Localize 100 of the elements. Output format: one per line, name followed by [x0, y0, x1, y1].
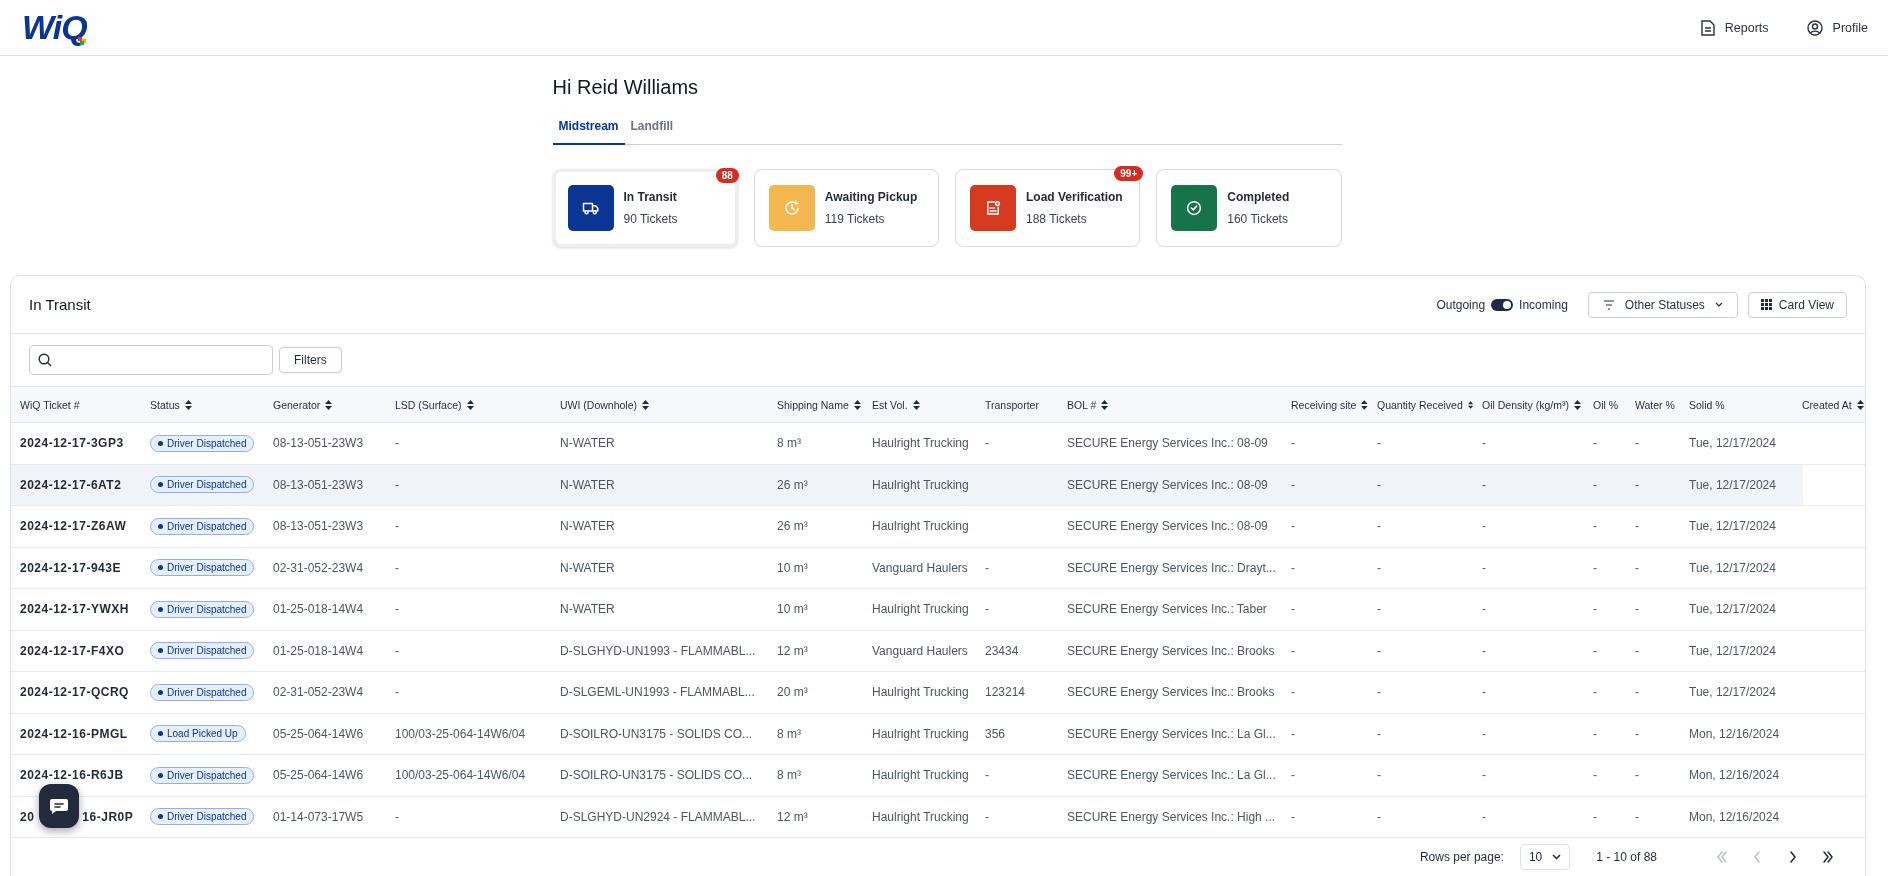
table-row[interactable]: 2024-12-17-Z6AW Driver Dispatched 08-13-051-23W3 - N-WATER 26 m³ Haulright Trucking SECURE Energy Services Inc.: 08-09 - - - - - Tue, 12/17/2024 — [11, 506, 1865, 548]
status-tag: Load Picked Up — [150, 725, 246, 743]
search-field[interactable] — [29, 345, 273, 375]
status-card[interactable]: Awaiting Pickup 119 Tickets — [753, 169, 939, 247]
table-cell: SECURE Energy Services Inc.: La Gl... — [1067, 768, 1276, 783]
column-header[interactable]: WiQ Ticket # — [20, 398, 80, 411]
table-cell: D-SLGHYD-UN1993 - FLAMMABL... — [560, 643, 756, 658]
table-cell: 08-13-051-23W3 — [273, 436, 364, 451]
table-cell: 05-25-064-14W6 — [273, 726, 364, 741]
status-tag: Driver Dispatched — [150, 476, 255, 494]
status-tag: Driver Dispatched — [150, 642, 255, 660]
sort-icon[interactable] — [642, 399, 650, 410]
sort-icon[interactable] — [325, 399, 333, 410]
table-row[interactable]: 2024-12-17-6AT2 Driver Dispatched 08-13-051-23W3 - N-WATER 26 m³ Haulright Trucking SECURE Energy Services Inc.: 08-09 - - - - - Tue, 12/17/2024 — [11, 464, 1865, 506]
ticket-count: 119 Tickets — [824, 212, 886, 226]
column-header[interactable]: Generator — [273, 398, 321, 411]
table-row[interactable]: 2024-12-17-YWXH Driver Dispatched 01-25-018-14W4 - N-WATER 10 m³ Haulright Trucking - SECURE Energy Services Inc.: Taber - - - - - Tue, 12/17/2024 — [11, 589, 1865, 631]
ticket-number[interactable]: 16-JR0P — [82, 809, 134, 824]
sort-icon[interactable] — [1856, 399, 1864, 410]
table-cell: 100/03-25-064-14W6/04 — [395, 726, 526, 741]
column-header[interactable]: Transporter — [985, 398, 1039, 411]
chat-button[interactable] — [39, 784, 79, 828]
ticket-number[interactable]: 2024-12-17-6AT2 — [20, 477, 122, 492]
card-title: Awaiting Pickup — [824, 190, 918, 204]
table-cell: - — [395, 643, 399, 658]
table-cell: 08-13-051-23W3 — [273, 477, 364, 492]
table-row[interactable]: 2024-12-17-943E Driver Dispatched 02-31-052-23W4 - N-WATER 10 m³ Vanguard Haulers - SECURE Energy Services Inc.: Drayt... - - - - - Tue, 12/17/2024 — [11, 547, 1865, 589]
column-header[interactable]: LSD (Surface) — [395, 398, 462, 411]
column-header[interactable]: Oil % — [1593, 398, 1619, 411]
status-dropdown[interactable]: Other Statuses — [1587, 291, 1738, 318]
table-row[interactable]: 2024-12-17-F4XO Driver Dispatched 01-25-018-14W4 - D-SLGHYD-UN1993 - FLAMMABL... 12 m³ Vanguard Haulers 23434 SECURE Energy Services Inc.: Brooks - - - - - Tue, 12/17/2024 — [11, 630, 1865, 672]
status-tag: Driver Dispatched — [150, 600, 255, 618]
ticket-number[interactable]: 2024-12-17-Z6AW — [20, 519, 127, 534]
table-cell: - — [1635, 560, 1639, 575]
sort-icon[interactable] — [184, 399, 192, 410]
logo[interactable]: WiQ — [22, 8, 87, 47]
table-cell: 10 m³ — [777, 602, 808, 617]
table-cell: - — [1377, 560, 1381, 575]
column-header[interactable]: BOL # — [1067, 398, 1097, 411]
column-header[interactable]: Receiving site — [1291, 398, 1357, 411]
sort-icon[interactable] — [466, 399, 474, 410]
table-cell: 26 m³ — [777, 477, 808, 492]
table-cell: Haulright Trucking — [872, 519, 969, 534]
sort-icon[interactable] — [1361, 399, 1368, 410]
ticket-number[interactable]: 2024-12-16-R6JB — [20, 768, 124, 783]
table-cell: - — [1291, 602, 1295, 617]
column-header[interactable]: UWI (Downhole) — [560, 398, 638, 411]
column-header[interactable]: Quantity Received — [1377, 398, 1463, 411]
filter-icon — [1602, 299, 1615, 310]
table-cell: - — [1482, 685, 1486, 700]
table-cell: N-WATER — [560, 602, 615, 617]
sort-icon[interactable] — [912, 399, 920, 410]
column-header[interactable]: Water % — [1635, 398, 1675, 411]
sort-icon[interactable] — [1467, 399, 1473, 410]
table-cell: N-WATER — [560, 477, 615, 492]
table-cell: - — [1377, 643, 1381, 658]
ticket-number[interactable]: 2024-12-17-943E — [20, 560, 121, 575]
table-row[interactable]: 2024-12-17-3GP3 Driver Dispatched 08-13-051-23W3 - N-WATER 8 m³ Haulright Trucking - SECURE Energy Services Inc.: 08-09 - - - - - Tue, 12/17/2024 — [11, 423, 1865, 465]
table-cell: N-WATER — [560, 519, 615, 534]
ticket-number[interactable]: 2024-12-17-QCRQ — [20, 685, 129, 700]
table-cell: - — [1635, 685, 1639, 700]
nav-link[interactable]: Profile — [1806, 19, 1868, 36]
sort-icon[interactable] — [853, 399, 861, 410]
table-cell: - — [1482, 436, 1486, 451]
card-title: Completed — [1227, 190, 1290, 204]
nav-link[interactable]: Reports — [1700, 19, 1769, 36]
table-cell: N-WATER — [560, 436, 615, 451]
column-header[interactable]: Solid % — [1689, 398, 1725, 411]
sort-icon[interactable] — [1101, 399, 1109, 410]
tab[interactable]: Landfill — [624, 113, 680, 145]
rows-per-page-select[interactable]: 10 — [1519, 844, 1571, 870]
tab[interactable]: Midstream — [552, 113, 625, 145]
column-header[interactable]: Shipping Name — [777, 398, 849, 411]
status-card[interactable]: In Transit 90 Tickets 88 — [552, 169, 738, 247]
column-header[interactable]: Oil Density (kg/m³) — [1482, 398, 1569, 411]
column-header[interactable]: Created At — [1802, 398, 1852, 411]
table-cell: D-SOILRO-UN3175 - SOLIDS CO... — [560, 768, 753, 783]
ticket-number[interactable]: 2024-12-17-YWXH — [20, 602, 129, 617]
direction-toggle[interactable] — [1491, 298, 1514, 311]
table-cell: Tue, 12/17/2024 — [1689, 436, 1776, 451]
column-header[interactable]: Est Vol. — [872, 398, 908, 411]
filters-button[interactable]: Filters — [279, 347, 342, 373]
table-cell: SECURE Energy Services Inc.: Drayt... — [1067, 560, 1276, 575]
column-header[interactable]: Status — [150, 398, 180, 411]
table-cell: - — [1291, 477, 1295, 492]
table-row[interactable]: 2024-12-17-QCRQ Driver Dispatched 02-31-052-23W4 - D-SLGEML-UN1993 - FLAMMABL... 20 m³ Haulright Trucking 123214 SECURE Energy Services Inc.: Brooks - - - - - Tue, 12/17/2024 — [11, 672, 1865, 714]
table-cell: - — [1377, 477, 1381, 492]
status-card[interactable]: Completed 160 Tickets — [1156, 169, 1342, 247]
ticket-number[interactable]: 2024-12-17-F4XO — [20, 643, 125, 658]
table-row[interactable]: 2024-12-16-PMGL Load Picked Up 05-25-064-14W6 100/03-25-064-14W6/04 D-SOILRO-UN3175 - SOLIDS CO... 8 m³ Haulright Trucking 356 SECURE Energy Services Inc.: La Gl... - - - - - Mon, 12/16/2024 — [11, 713, 1865, 755]
card-view-button[interactable]: Card View — [1747, 291, 1847, 318]
table-cell: 8 m³ — [777, 726, 801, 741]
ticket-number[interactable]: 20 — [20, 809, 35, 824]
ticket-number[interactable]: 2024-12-17-3GP3 — [20, 436, 124, 451]
table-cell: - — [1482, 519, 1486, 534]
table-cell: Vanguard Haulers — [872, 560, 968, 575]
sort-icon[interactable] — [1573, 399, 1581, 410]
table-cell: - — [395, 685, 399, 700]
status-card[interactable]: Load Verification 188 Tickets 99+ — [955, 169, 1141, 247]
ticket-number[interactable]: 2024-12-16-PMGL — [20, 726, 128, 741]
